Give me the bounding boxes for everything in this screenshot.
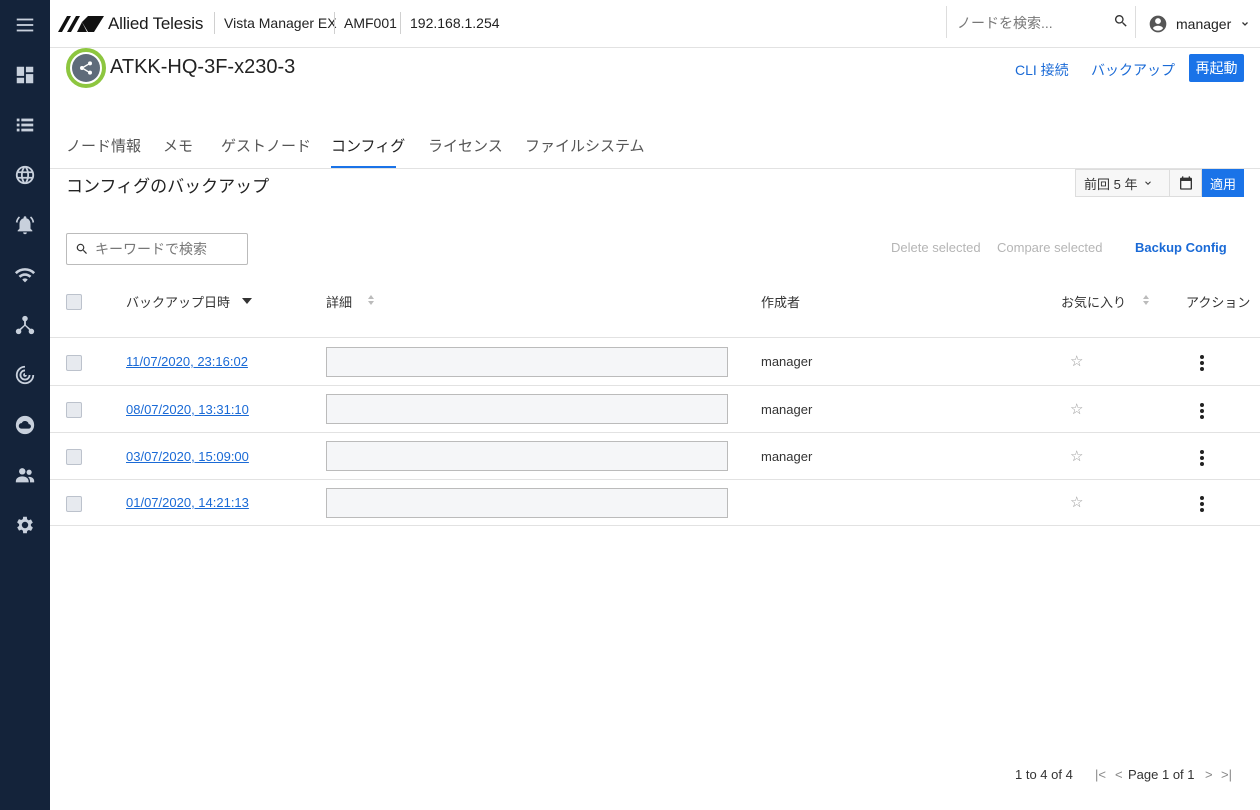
backup-config-button[interactable]: Backup Config — [1135, 240, 1227, 255]
favorite-star-icon[interactable]: ☆ — [1070, 352, 1083, 370]
column-header-detail[interactable]: 詳細 — [326, 292, 352, 311]
row-divider — [50, 479, 1260, 480]
section-title: コンフィグのバックアップ — [66, 177, 270, 196]
row-actions-menu-icon[interactable] — [1196, 495, 1208, 513]
row-actions-menu-icon[interactable] — [1196, 449, 1208, 467]
header-divider — [214, 12, 215, 34]
topology-icon[interactable] — [0, 305, 50, 345]
row-actions-menu-icon[interactable] — [1196, 402, 1208, 420]
alarm-icon[interactable] — [0, 205, 50, 245]
tab-config[interactable]: コンフィグ — [331, 135, 405, 156]
favorite-star-icon[interactable]: ☆ — [1070, 447, 1083, 465]
tab-bar: ノード情報 メモ ゲストノード コンフィグ ライセンス ファイルシステム — [50, 118, 1260, 169]
brand-name: Allied Telesis — [108, 14, 204, 33]
date-range-value: 前回 5 年 — [1084, 176, 1138, 192]
author-cell: manager — [761, 449, 813, 464]
account-icon — [1149, 15, 1167, 33]
active-tab-indicator — [331, 166, 396, 168]
allied-telesis-logo-icon — [58, 16, 104, 32]
device-status-icon — [66, 48, 106, 88]
row-checkbox[interactable] — [66, 496, 82, 512]
top-header: Allied Telesis Vista Manager EX AMF001 1… — [50, 0, 1260, 48]
backup-link[interactable]: バックアップ — [1091, 60, 1175, 80]
backup-date-link[interactable]: 11/07/2020, 23:16:02 — [126, 354, 248, 369]
radar-icon[interactable] — [0, 355, 50, 395]
next-page-button[interactable]: > — [1205, 767, 1213, 782]
sort-desc-icon[interactable] — [241, 297, 253, 305]
backup-date-link[interactable]: 03/07/2020, 15:09:00 — [126, 449, 249, 464]
detail-input[interactable] — [326, 488, 728, 518]
sort-icon[interactable] — [1142, 294, 1150, 306]
list-icon[interactable] — [0, 105, 50, 145]
favorite-star-icon[interactable]: ☆ — [1070, 400, 1083, 418]
tab-guest-node[interactable]: ゲストノード — [221, 135, 311, 156]
compare-selected-button[interactable]: Compare selected — [997, 240, 1103, 255]
author-cell: manager — [761, 354, 813, 369]
sort-icon[interactable] — [367, 294, 375, 306]
keyword-search-input[interactable]: キーワードで検索 — [66, 233, 248, 265]
first-page-button[interactable]: |< — [1095, 767, 1106, 782]
author-cell: manager — [761, 402, 813, 417]
column-header-author: 作成者 — [761, 295, 801, 310]
menu-icon[interactable] — [0, 5, 50, 45]
row-checkbox[interactable] — [66, 355, 82, 371]
table-header-divider — [50, 337, 1260, 338]
prev-page-button[interactable]: < — [1115, 767, 1123, 782]
calendar-icon — [1179, 176, 1192, 190]
column-header-action: アクション — [1186, 295, 1251, 310]
cloud-icon[interactable] — [0, 405, 50, 445]
detail-input[interactable] — [326, 394, 728, 424]
dashboard-icon[interactable] — [0, 55, 50, 95]
tab-memo[interactable]: メモ — [163, 135, 193, 156]
backup-date-link[interactable]: 08/07/2020, 13:31:10 — [126, 402, 249, 417]
tab-file-system[interactable]: ファイルシステム — [525, 135, 645, 156]
page-indicator: Page 1 of 1 — [1128, 767, 1195, 782]
node-search-input[interactable]: ノードを検索... — [946, 6, 1136, 38]
header-divider — [334, 12, 335, 34]
row-checkbox[interactable] — [66, 402, 82, 418]
brand-logo[interactable]: Allied Telesis — [58, 12, 203, 36]
pagination-summary: 1 to 4 of 4 — [1015, 767, 1073, 782]
column-header-favorite[interactable]: お気に入り — [1061, 292, 1126, 311]
tab-node-info[interactable]: ノード情報 — [66, 135, 141, 156]
column-header-backup-date[interactable]: バックアップ日時 — [126, 292, 230, 311]
controller-ip: 192.168.1.254 — [410, 15, 500, 31]
detail-input[interactable] — [326, 347, 728, 377]
user-name: manager — [1176, 16, 1232, 32]
search-icon — [76, 243, 87, 254]
header-divider — [400, 12, 401, 34]
calendar-button[interactable] — [1170, 169, 1202, 197]
tab-license[interactable]: ライセンス — [428, 135, 503, 156]
wifi-icon[interactable] — [0, 255, 50, 295]
detail-input[interactable] — [326, 441, 728, 471]
globe-icon[interactable] — [0, 155, 50, 195]
sidebar — [0, 0, 50, 810]
device-name: ATKK-HQ-3F-x230-3 — [110, 56, 296, 78]
row-divider — [50, 525, 1260, 526]
date-range-select[interactable]: 前回 5 年 — [1075, 169, 1170, 197]
chevron-down-icon — [1242, 22, 1249, 26]
cli-connect-link[interactable]: CLI 接続 — [1015, 60, 1069, 80]
users-icon[interactable] — [0, 455, 50, 495]
backup-date-link[interactable]: 01/07/2020, 14:21:13 — [126, 495, 249, 510]
select-all-checkbox[interactable] — [66, 294, 82, 310]
chevron-down-icon — [1145, 181, 1152, 185]
keyword-search-placeholder: キーワードで検索 — [95, 241, 207, 257]
app-name: Vista Manager EX — [224, 15, 337, 31]
share-icon — [72, 54, 100, 82]
row-divider — [50, 432, 1260, 433]
apply-button[interactable]: 適用 — [1202, 169, 1244, 197]
favorite-star-icon[interactable]: ☆ — [1070, 493, 1083, 511]
node-search-placeholder: ノードを検索... — [957, 15, 1053, 31]
last-page-button[interactable]: >| — [1221, 767, 1232, 782]
row-divider — [50, 385, 1260, 386]
delete-selected-button[interactable]: Delete selected — [891, 240, 981, 255]
user-menu[interactable]: manager — [1148, 12, 1251, 36]
settings-icon[interactable] — [0, 505, 50, 545]
reboot-button[interactable]: 再起動 — [1189, 54, 1244, 82]
row-actions-menu-icon[interactable] — [1196, 354, 1208, 372]
row-checkbox[interactable] — [66, 449, 82, 465]
search-icon[interactable] — [1113, 13, 1129, 29]
amf-area[interactable]: AMF001 — [344, 15, 397, 31]
